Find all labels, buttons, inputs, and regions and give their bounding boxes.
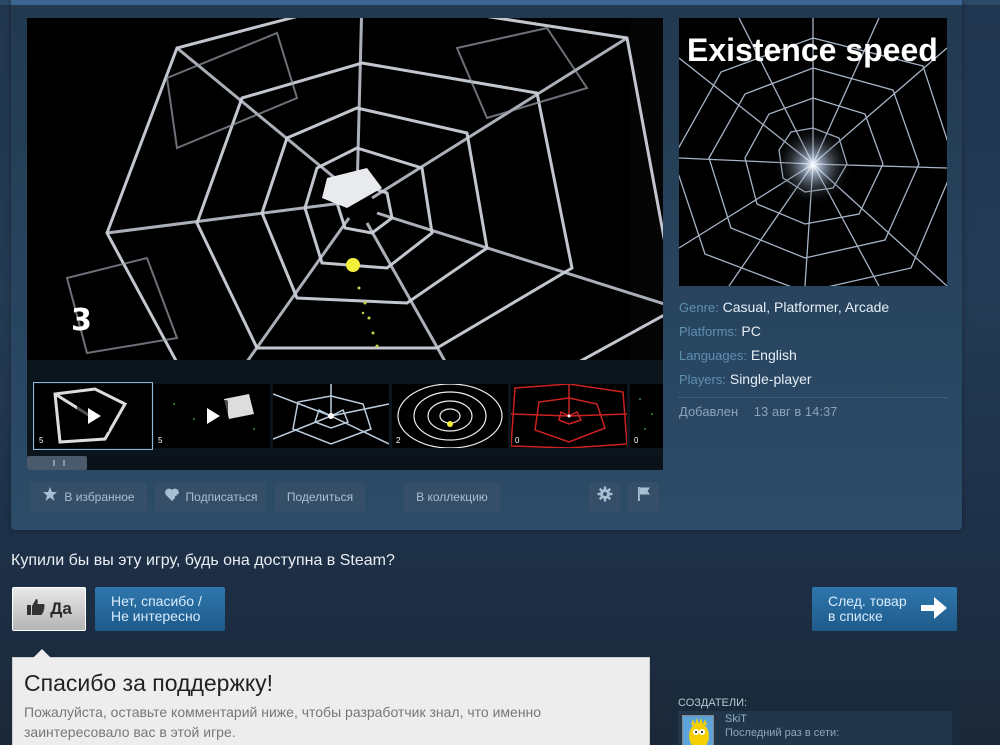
vote-no-button[interactable]: Нет, спасибо / Не интересно <box>95 587 225 631</box>
capsule-title: Existence speed <box>687 32 938 68</box>
players-row: Players: Single-player <box>679 370 947 394</box>
share-button[interactable]: Поделиться <box>275 482 365 512</box>
thanks-message-box: Спасибо за поддержку! Пожалуйста, оставь… <box>12 649 650 745</box>
add-to-collection-button[interactable]: В коллекцию <box>404 482 500 512</box>
vote-yes-button[interactable]: Да <box>12 587 86 631</box>
added-row: Добавлен 13 авг в 14:37 <box>679 404 947 419</box>
added-date: 13 авг в 14:37 <box>753 404 838 419</box>
video-counter-text: 3 <box>71 303 92 338</box>
thumbnail-strip: 5 5 2 0 0 <box>27 360 663 470</box>
creator-status: Последний раз в сети: <box>725 727 840 739</box>
languages-row: Languages: English <box>679 346 947 370</box>
vote-no-line1: Нет, спасибо / <box>111 593 202 609</box>
thumbnail-image-6[interactable]: 0 <box>630 384 663 448</box>
play-icon <box>77 400 109 432</box>
creators-panel: СОЗДАТЕЛИ: SkiT Последний раз в сети: <box>667 682 962 745</box>
scrollbar-handle[interactable] <box>27 456 87 470</box>
settings-button[interactable] <box>589 482 620 512</box>
thumbnail-video-2[interactable]: 5 <box>154 384 270 448</box>
star-icon <box>42 483 58 513</box>
thanks-text: Пожалуйста, оставьте комментарий ниже, ч… <box>24 704 542 740</box>
flag-icon <box>637 483 651 513</box>
comma-separator: , <box>766 299 775 315</box>
comma-separator: , <box>837 299 845 315</box>
collection-label: В коллекцию <box>416 490 488 504</box>
heart-plus-icon <box>164 483 180 513</box>
genre-label: Genre: <box>679 300 719 315</box>
platforms-label: Platforms: <box>679 324 738 339</box>
thumbnail-image-4[interactable]: 2 <box>392 384 508 448</box>
avatar[interactable] <box>682 715 714 745</box>
gear-icon <box>597 483 613 513</box>
vote-question: Купили бы вы эту игру, будь она доступна… <box>11 552 395 569</box>
share-label: Поделиться <box>286 490 354 504</box>
thumbnail-image-3[interactable] <box>273 384 389 448</box>
thumbnail-scrollbar[interactable] <box>27 456 663 470</box>
languages-value: English <box>750 347 797 363</box>
thumbnail-number: 0 <box>515 436 520 445</box>
creator-name[interactable]: SkiT <box>725 713 747 725</box>
players-label: Players: <box>679 372 726 387</box>
thumbs-up-icon <box>26 598 46 621</box>
platforms-value: PC <box>741 323 761 339</box>
thumbnail-image <box>392 384 508 448</box>
game-capsule-image: Existence speed <box>679 18 947 286</box>
creator-entry[interactable]: SkiT Последний раз в сети: <box>678 711 952 745</box>
players-value: Single-player <box>729 371 812 387</box>
favorite-label: В избранное <box>64 490 135 504</box>
panel-rim <box>11 0 962 5</box>
game-details: Genre: Casual, Platformer, Arcade Platfo… <box>679 298 947 419</box>
vote-yes-label: Да <box>50 599 72 618</box>
tunnel-video-frame <box>27 18 663 360</box>
main-video-player[interactable]: 3 <box>27 18 663 360</box>
thumbnail-number: 0 <box>634 436 639 445</box>
platforms-row: Platforms: PC <box>679 322 947 346</box>
thumbnail-number: 5 <box>39 436 44 445</box>
arrow-right-icon <box>921 597 947 622</box>
genre-link-casual[interactable]: Casual <box>723 299 767 315</box>
thanks-title: Спасибо за поддержку! <box>24 670 274 696</box>
genre-link-platformer[interactable]: Platformer <box>774 299 838 315</box>
subscribe-label: Подписаться <box>185 490 258 504</box>
thumbnail-image <box>273 384 389 448</box>
media-panel: 3 5 5 2 0 0 Existence speed Genre: Casua… <box>11 0 962 530</box>
play-icon <box>196 400 228 432</box>
creators-label: СОЗДАТЕЛИ: <box>678 697 748 709</box>
genre-link-arcade[interactable]: Arcade <box>845 299 889 315</box>
favorite-button[interactable]: В избранное <box>30 482 147 512</box>
report-button[interactable] <box>628 482 659 512</box>
thumbnail-video-1[interactable]: 5 <box>33 382 153 450</box>
languages-label: Languages: <box>679 348 747 363</box>
vote-no-line2: Не интересно <box>111 608 201 624</box>
added-label: Добавлен <box>679 404 739 419</box>
next-item-button[interactable]: След. товар в списке <box>812 587 957 631</box>
thumbnail-image <box>511 384 627 448</box>
thumbnail-number: 5 <box>158 436 163 445</box>
thumbnail-image-5[interactable]: 0 <box>511 384 627 448</box>
genre-row: Genre: Casual, Platformer, Arcade <box>679 298 947 322</box>
details-divider <box>679 397 947 398</box>
subscribe-button[interactable]: Подписаться <box>155 482 266 512</box>
thumbnail-number: 2 <box>396 436 401 445</box>
